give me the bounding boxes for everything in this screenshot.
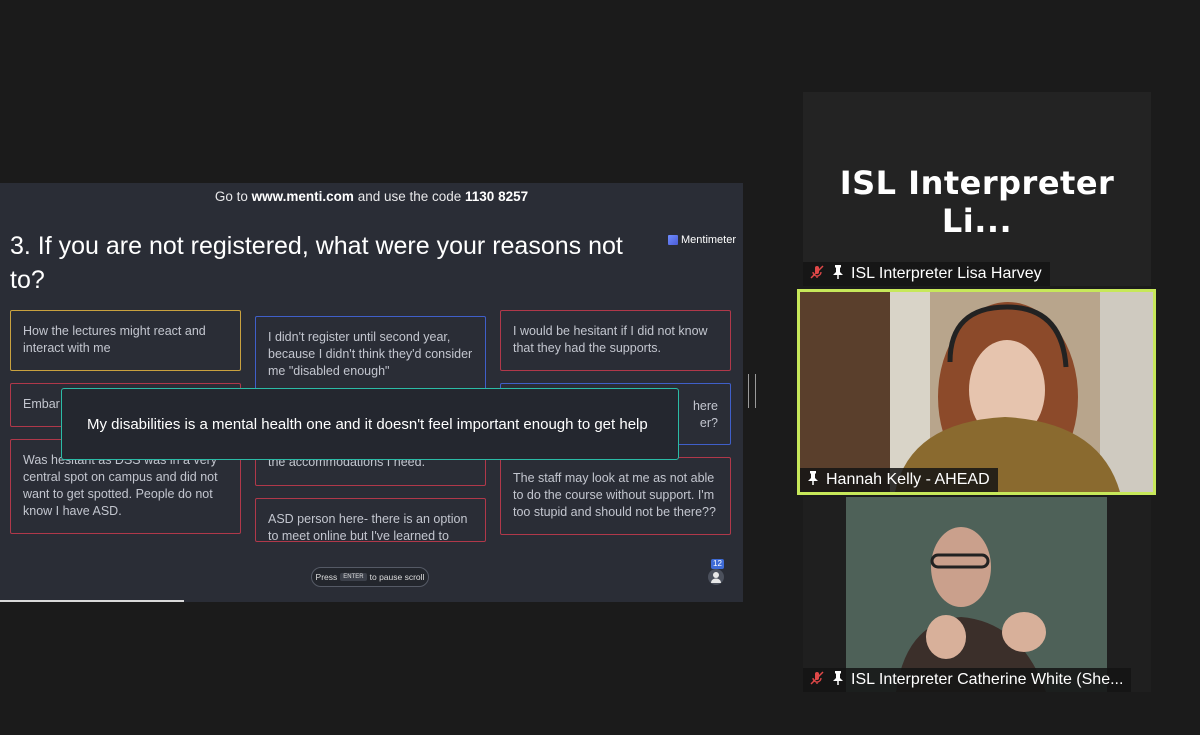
participant-name: Hannah Kelly - AHEAD — [826, 471, 990, 488]
participant-name-large: ISL Interpreter Li... — [839, 164, 1115, 240]
card-text: I didn't register until second year, bec… — [268, 330, 473, 378]
question-title: 3. If you are not registered, what were … — [10, 232, 623, 294]
instruction-prefix: Go to — [214, 189, 252, 204]
card-text: I would be hesitant if I did not know th… — [513, 324, 708, 355]
response-card: ASD person here- there is an option to m… — [255, 498, 486, 542]
instruction-mid: and use the code — [353, 189, 466, 204]
hint-prefix: Press — [315, 572, 338, 582]
name-label: Hannah Kelly - AHEAD — [800, 468, 998, 492]
card-text: Was hesitant as DSS was in a very centra… — [23, 453, 218, 518]
enter-key: ENTER — [340, 573, 367, 581]
pin-icon — [831, 264, 845, 285]
mentimeter-logo: Mentimeter — [668, 234, 736, 246]
split-resize-handle[interactable] — [748, 374, 756, 408]
participant-tile-lisa[interactable]: ISL Interpreter Li... ISL Interpreter Li… — [803, 92, 1151, 286]
participant-counter: 12 — [707, 559, 727, 585]
card-text: Embar — [23, 397, 60, 411]
name-label: ISL Interpreter Catherine White (She... — [803, 668, 1132, 692]
mic-muted-icon — [809, 264, 825, 285]
card-text: er? — [699, 416, 718, 430]
shared-slide: Go to www.menti.com and use the code 113… — [0, 183, 743, 602]
pause-scroll-hint[interactable]: Press ENTER to pause scroll — [311, 567, 429, 587]
participant-tile-catherine[interactable]: ISL Interpreter Catherine White (She... — [803, 497, 1151, 692]
mentimeter-logo-icon — [668, 235, 678, 245]
participant-name: ISL Interpreter Lisa Harvey — [851, 265, 1042, 282]
card-text: How the lectures might react and interac… — [23, 324, 206, 355]
participant-tile-hannah[interactable]: Hannah Kelly - AHEAD — [797, 289, 1156, 495]
card-text: The staff may look at me as not able to … — [513, 471, 716, 519]
response-card: How the lectures might react and interac… — [10, 310, 241, 371]
mentimeter-logo-text: Mentimeter — [681, 234, 737, 246]
instruction-site: www.menti.com — [251, 189, 354, 204]
hint-suffix: to pause scroll — [369, 572, 425, 582]
instruction-code: 1130 8257 — [465, 189, 529, 204]
mic-muted-icon — [809, 670, 825, 691]
pin-icon — [831, 670, 845, 691]
video-feed — [800, 292, 1153, 492]
participant-name: ISL Interpreter Catherine White (She... — [851, 671, 1124, 688]
response-card: I didn't register until second year, bec… — [255, 316, 486, 392]
slide-progress-bar — [0, 600, 184, 602]
join-instruction: Go to www.menti.com and use the code 113… — [0, 189, 743, 204]
highlighted-response-text: My disabilities is a mental health one a… — [87, 415, 648, 433]
name-label: ISL Interpreter Lisa Harvey — [803, 262, 1050, 286]
video-feed — [846, 497, 1107, 692]
pin-icon — [806, 470, 820, 491]
participant-count: 12 — [711, 559, 724, 569]
card-text: ASD person here- there is an option to m… — [268, 512, 468, 542]
response-card: The staff may look at me as not able to … — [500, 457, 731, 535]
response-card: I would be hesitant if I did not know th… — [500, 310, 731, 371]
highlighted-response: My disabilities is a mental health one a… — [61, 388, 679, 460]
person-icon — [708, 569, 724, 585]
card-text: here — [692, 399, 718, 413]
